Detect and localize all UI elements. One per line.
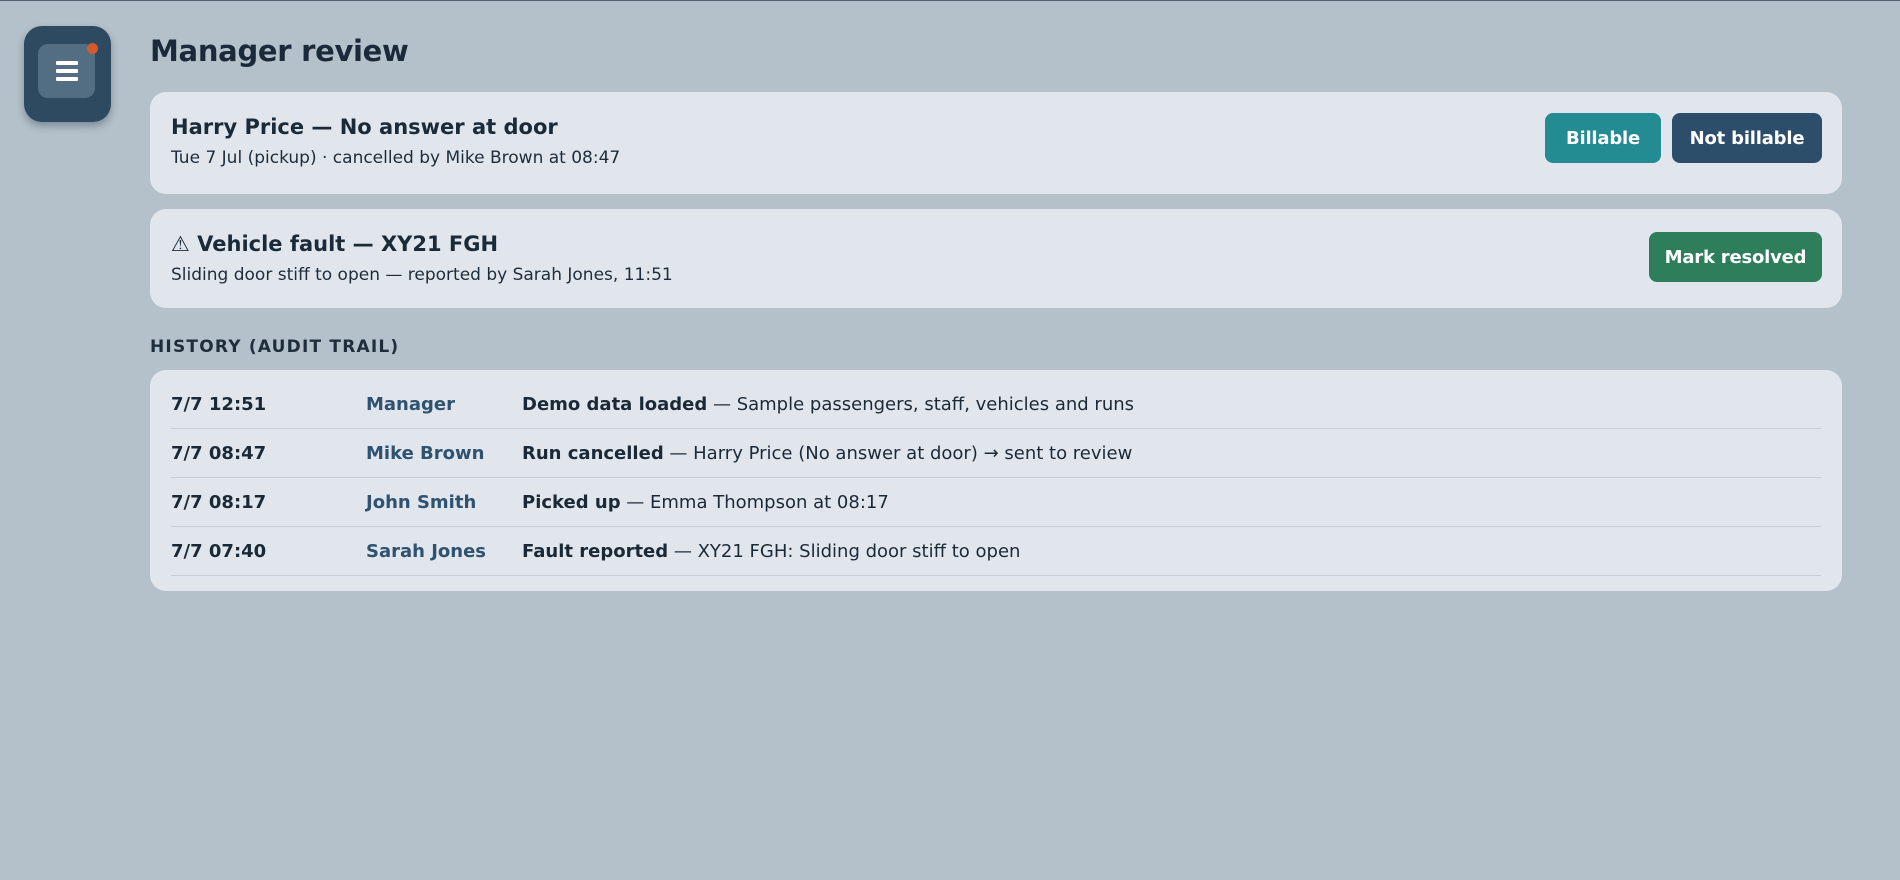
review-card: Harry Price — No answer at door Tue 7 Ju…: [150, 92, 1842, 194]
fault-card-title: ⚠ Vehicle fault — XY21 FGH: [171, 232, 498, 256]
fault-card-subtitle: Sliding door stiff to open — reported by…: [171, 265, 673, 285]
history-actor: Manager: [366, 394, 455, 415]
history-time: 7/7 08:47: [171, 443, 267, 464]
history-actor: Mike Brown: [366, 443, 485, 464]
history-actor: Sarah Jones: [366, 541, 487, 562]
warning-icon: ⚠: [171, 232, 190, 256]
page-title: Manager review: [150, 34, 409, 68]
review-card-subtitle: Tue 7 Jul (pickup) · cancelled by Mike B…: [171, 148, 621, 168]
history-actor: John Smith: [366, 492, 477, 513]
history-action: Picked up: [522, 492, 621, 513]
review-card-title: Harry Price — No answer at door: [171, 115, 558, 139]
history-detail-text: — Emma Thompson at 08:17: [620, 492, 889, 513]
history-row: 7/7 08:17 John Smith Picked up — Emma Th…: [171, 478, 1821, 527]
history-detail: Fault reported — XY21 FGH: Sliding door …: [522, 541, 1020, 562]
fault-card: ⚠ Vehicle fault — XY21 FGH Sliding door …: [150, 209, 1842, 308]
history-detail-text: — Harry Price (No answer at door) → sent…: [663, 443, 1133, 464]
history-action: Run cancelled: [522, 443, 664, 464]
history-heading: HISTORY (AUDIT TRAIL): [150, 337, 400, 357]
not-billable-button[interactable]: Not billable: [1672, 113, 1822, 163]
notification-dot: [87, 43, 98, 54]
history-time: 7/7 07:40: [171, 541, 267, 562]
mark-resolved-button[interactable]: Mark resolved: [1649, 232, 1822, 282]
history-time: 7/7 08:17: [171, 492, 267, 513]
history-detail-text: — Sample passengers, staff, vehicles and…: [707, 394, 1135, 415]
history-time: 7/7 12:51: [171, 394, 267, 415]
history-action: Fault reported: [522, 541, 669, 562]
menu-button[interactable]: [24, 26, 111, 122]
fault-title-text: Vehicle fault — XY21 FGH: [197, 232, 499, 256]
history-detail: Run cancelled — Harry Price (No answer a…: [522, 443, 1132, 464]
history-detail-text: — XY21 FGH: Sliding door stiff to open: [668, 541, 1021, 562]
history-detail: Picked up — Emma Thompson at 08:17: [522, 492, 889, 513]
history-row: 7/7 08:47 Mike Brown Run cancelled — Har…: [171, 429, 1821, 478]
history-action: Demo data loaded: [522, 394, 708, 415]
history-row: 7/7 12:51 Manager Demo data loaded — Sam…: [171, 380, 1821, 429]
billable-button[interactable]: Billable: [1545, 113, 1661, 163]
hamburger-menu-icon: [38, 44, 95, 98]
history-card: 7/7 12:51 Manager Demo data loaded — Sam…: [150, 370, 1842, 591]
history-row: 7/7 07:40 Sarah Jones Fault reported — X…: [171, 527, 1821, 576]
history-detail: Demo data loaded — Sample passengers, st…: [522, 394, 1134, 415]
